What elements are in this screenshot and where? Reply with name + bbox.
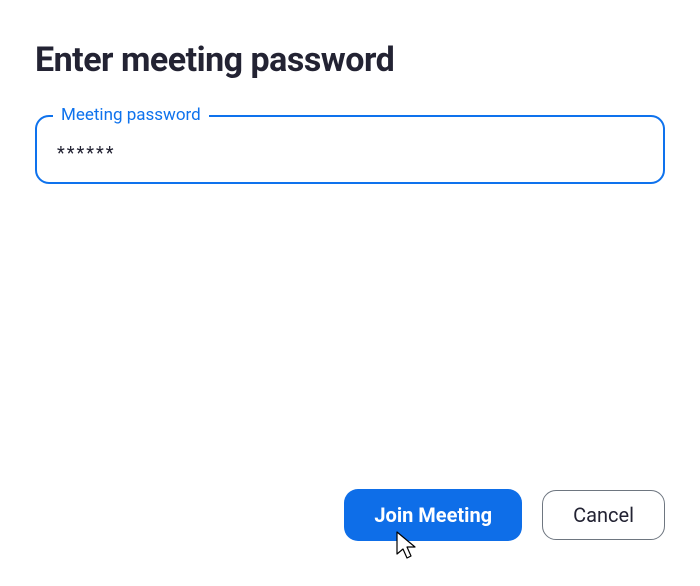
password-field-label: Meeting password [53, 105, 209, 125]
password-field-wrapper: Meeting password [35, 115, 665, 184]
cancel-button[interactable]: Cancel [542, 490, 665, 540]
dialog-title: Enter meeting password [35, 40, 665, 80]
button-row: Join Meeting Cancel [344, 489, 665, 541]
password-input[interactable] [35, 115, 665, 184]
join-meeting-button[interactable]: Join Meeting [344, 489, 522, 541]
